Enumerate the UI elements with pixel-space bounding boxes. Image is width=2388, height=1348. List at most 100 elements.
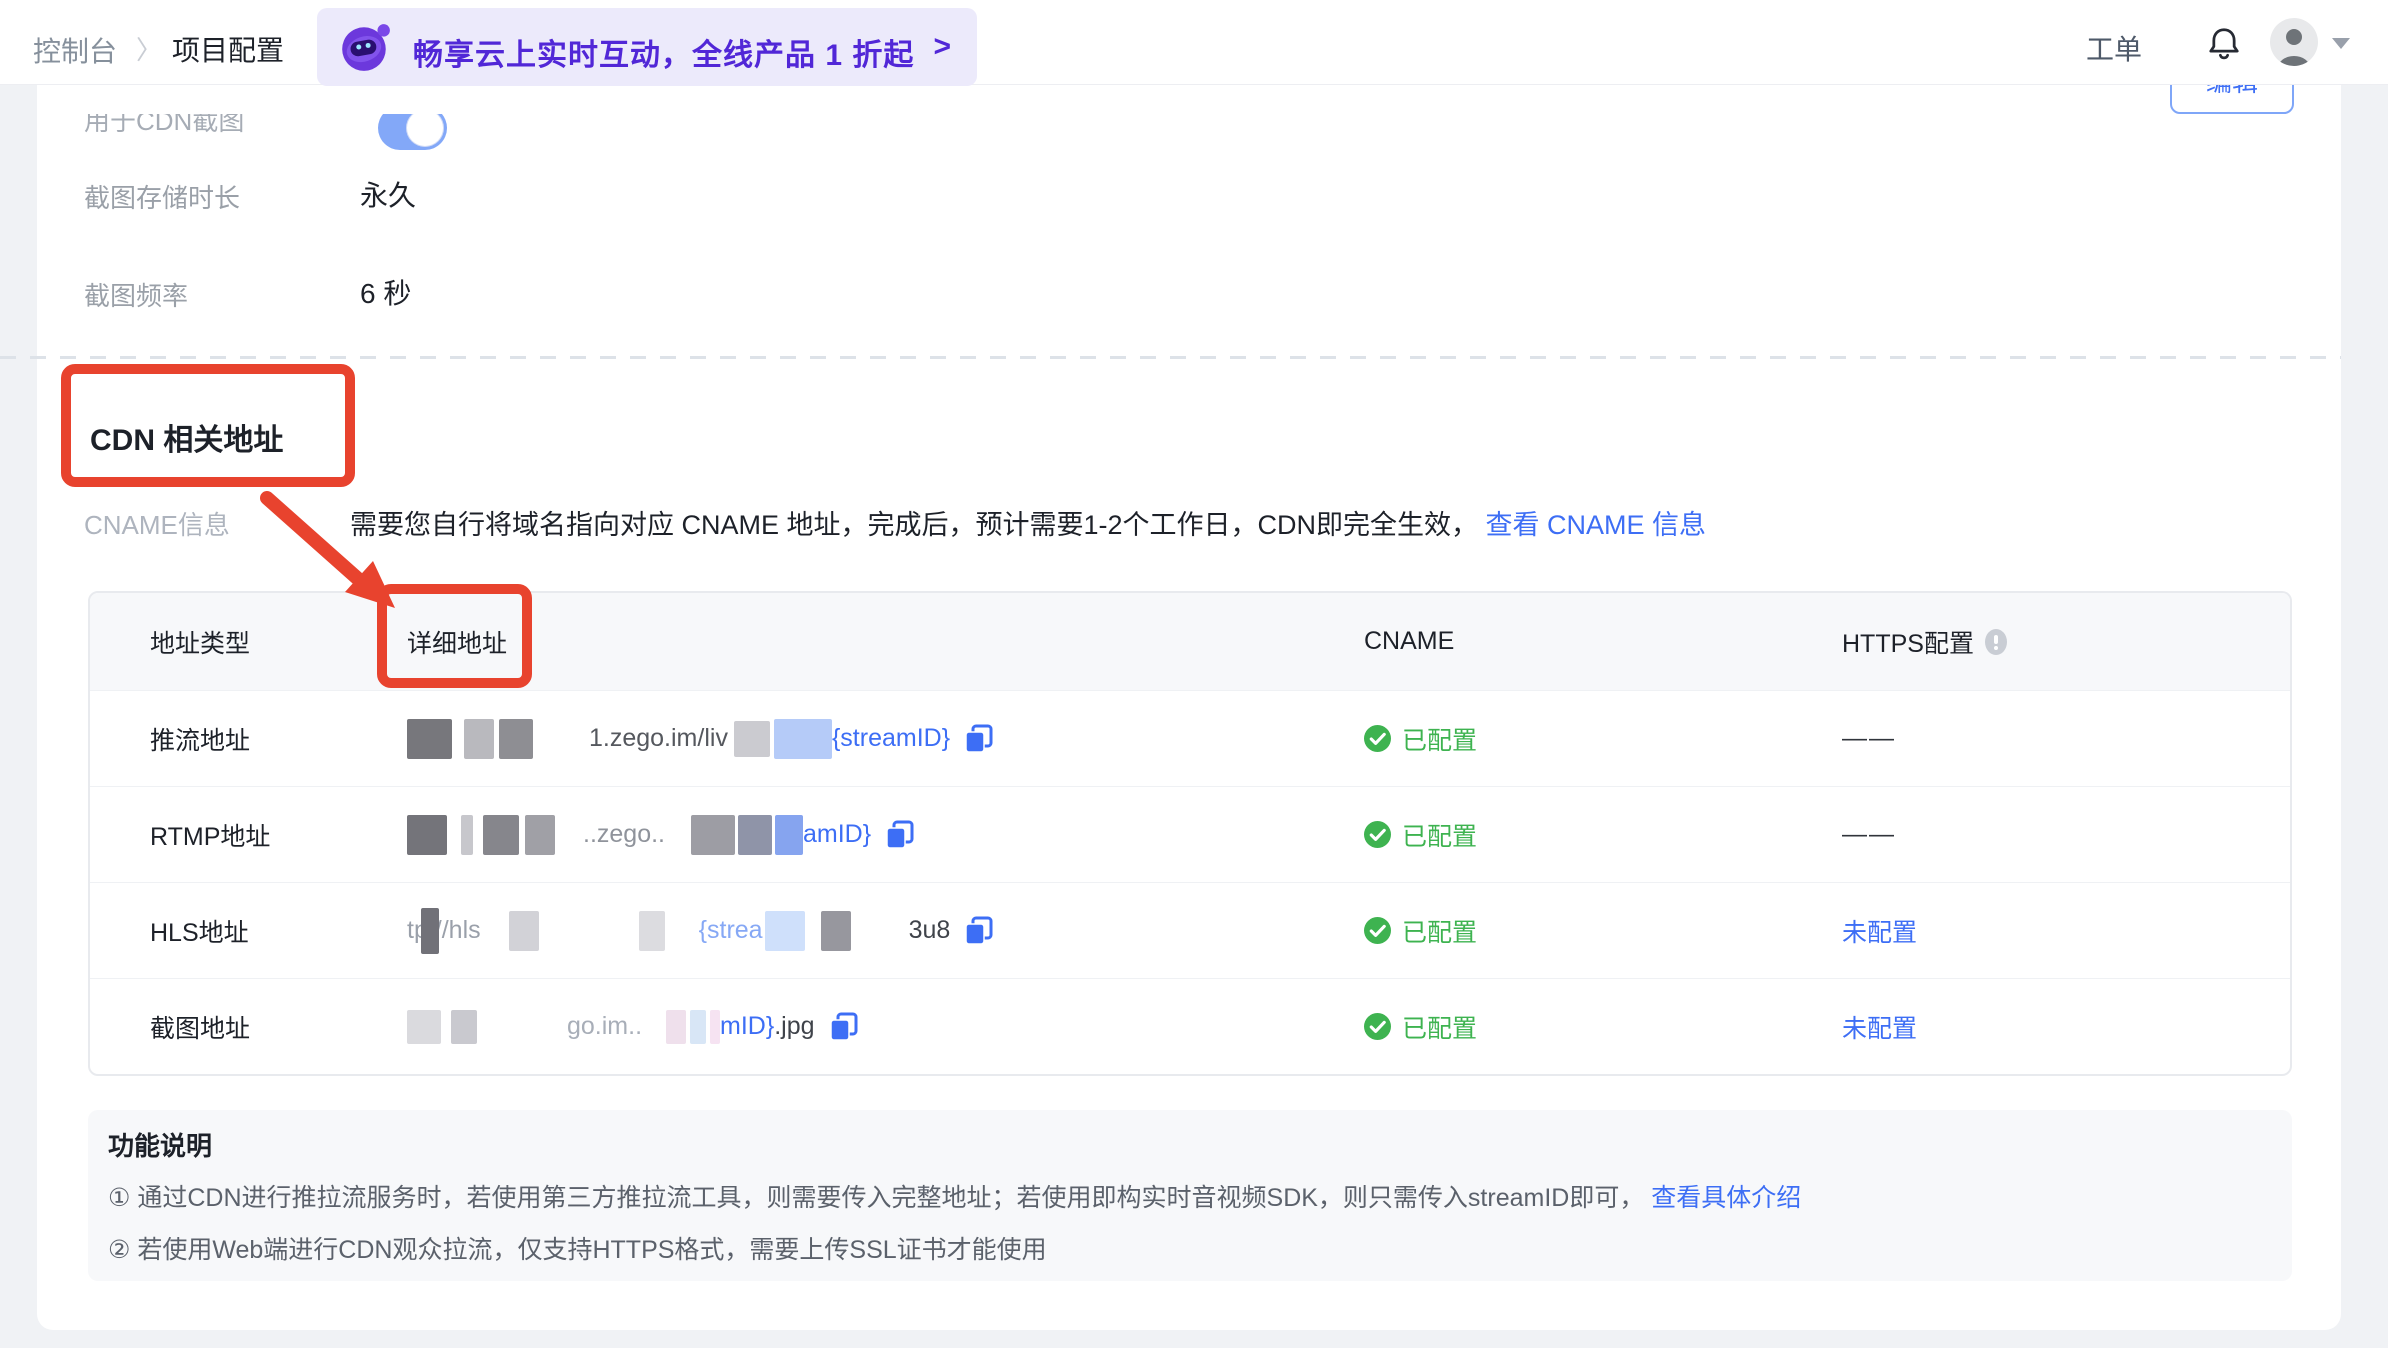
row-cname-status: 已配置: [1342, 1009, 1822, 1045]
header-https-config: HTTPS配置: [1822, 624, 2290, 660]
https-not-configured-link[interactable]: 未配置: [1842, 913, 1917, 949]
copy-icon[interactable]: [829, 1012, 859, 1042]
row-cname-status: 已配置: [1342, 721, 1822, 757]
table-row: 截图地址 go.im.. mID} .jpg 已配置 未配置: [90, 978, 2290, 1074]
view-cname-link[interactable]: 查看 CNAME 信息: [1486, 510, 1707, 540]
breadcrumb-separator: 〉: [136, 35, 163, 65]
cname-info-label: CNAME信息: [84, 510, 230, 540]
caret-down-icon[interactable]: [2332, 38, 2350, 49]
redaction-block: [666, 1009, 687, 1044]
redaction-block: [407, 718, 452, 759]
info-icon[interactable]: [1984, 628, 2008, 655]
breadcrumb-project-config: 项目配置: [172, 35, 285, 66]
check-circle-icon: [1364, 821, 1391, 848]
table-row: 推流地址 1.zego.im/liv {streamID} 已配置 ——: [90, 690, 2290, 786]
url-stream-id: {strea: [698, 916, 763, 944]
screenshot-frequency-value: 6 秒: [360, 278, 412, 309]
status-configured: 已配置: [1402, 918, 1478, 947]
redaction-block: [764, 910, 805, 951]
screenshot-frequency-label: 截图频率: [84, 281, 189, 311]
redaction-block: [775, 814, 803, 855]
row-type: 推流地址: [150, 726, 251, 755]
robot-icon: [342, 24, 390, 71]
redaction-block: [499, 718, 533, 759]
url-fragment: tp://hls: [407, 916, 481, 944]
redaction-block: [451, 1009, 477, 1044]
url-fragment: .jpg: [774, 1012, 815, 1040]
row-https-status: 未配置: [1822, 913, 2290, 949]
redaction-block: [710, 1009, 721, 1044]
edit-button-clip: 编辑: [2150, 84, 2320, 124]
page: 截图存储时长 永久 截图频率 6 秒 CDN 相关地址 CNAME信息 需要您自…: [0, 0, 2388, 1348]
ticket-link[interactable]: 工单: [2086, 28, 2142, 68]
view-details-link[interactable]: 查看具体介绍: [1651, 1184, 1801, 1212]
status-configured: 已配置: [1402, 726, 1478, 755]
check-circle-icon: [1364, 1013, 1391, 1040]
cname-info-desc: 需要您自行将域名指向对应 CNAME 地址，完成后，预计需要1-2个工作日，CD…: [350, 510, 1479, 540]
redaction-block: [525, 814, 555, 855]
https-not-configured-link[interactable]: 未配置: [1842, 1009, 1917, 1045]
row-detail-address: go.im.. mID} .jpg: [382, 1009, 1342, 1044]
cdn-address-table: 地址类型 详细地址 CNAME HTTPS配置 推流地址 1.zego.im/l…: [88, 591, 2292, 1076]
check-circle-icon: [1364, 725, 1391, 752]
redaction-block: [483, 814, 519, 855]
redaction-block: [733, 720, 770, 757]
table-row: HLS地址 tp://hls {strea 3u8 已配置 未配置: [90, 882, 2290, 978]
cname-info-text: 需要您自行将域名指向对应 CNAME 地址，完成后，预计需要1-2个工作日，CD…: [350, 503, 1706, 542]
section-title: CDN 相关地址: [90, 424, 284, 457]
feature-notes-panel: 功能说明 ① 通过CDN进行推拉流服务时，若使用第三方推拉流工具，则需要传入完整…: [88, 1110, 2292, 1281]
url-fragment: go.im..: [567, 1012, 643, 1040]
row-type: HLS地址: [150, 918, 249, 947]
status-configured: 已配置: [1402, 1014, 1478, 1043]
url-fragment: ..zego..: [583, 820, 665, 848]
header-address-type: 地址类型: [150, 629, 251, 658]
header-cname: CNAME: [1364, 627, 1455, 655]
row-type: RTMP地址: [150, 822, 271, 851]
notes-title: 功能说明: [108, 1131, 213, 1161]
promo-banner-text: 畅享云上实时互动，全线产品 1 折起: [413, 39, 915, 72]
promo-banner[interactable]: 畅享云上实时互动，全线产品 1 折起 >: [317, 8, 977, 86]
url-stream-id: amID}: [803, 820, 872, 848]
row-cname-status: 已配置: [1342, 913, 1822, 949]
notes-item-1: ① 通过CDN进行推拉流服务时，若使用第三方推拉流工具，则需要传入完整地址；若使…: [108, 1184, 1802, 1212]
redaction-block: [738, 814, 772, 855]
dashed-divider: [0, 356, 2341, 359]
row-detail-address: tp://hls {strea 3u8: [382, 907, 1342, 954]
notes-item-2: ② 若使用Web端进行CDN观众拉流，仅支持HTTPS格式，需要上传SSL证书才…: [108, 1236, 1047, 1264]
header-detail-address: 详细地址: [407, 629, 508, 658]
row-https-status: ——: [1842, 724, 1896, 752]
copy-icon[interactable]: [964, 724, 994, 754]
edit-button[interactable]: 编辑: [2170, 84, 2294, 114]
url-fragment: 3u8: [908, 916, 951, 944]
screenshot-storage-label: 截图存储时长: [84, 183, 241, 213]
row-detail-address: ..zego.. amID}: [382, 814, 1342, 855]
cdn-screenshot-toggle[interactable]: [378, 114, 447, 150]
redaction-block: [420, 907, 439, 954]
url-fragment: 1.zego.im/liv: [589, 724, 728, 752]
breadcrumb-console[interactable]: 控制台: [33, 30, 117, 70]
redaction-block: [464, 718, 494, 759]
row-https-status: ——: [1842, 820, 1896, 848]
table-header-row: 地址类型 详细地址 CNAME HTTPS配置: [90, 593, 2290, 690]
redaction-block: [820, 910, 851, 951]
copy-icon[interactable]: [964, 916, 994, 946]
promo-banner-arrow: >: [933, 30, 951, 63]
url-stream-id: {streamID}: [831, 724, 951, 752]
redaction-block: [638, 910, 665, 951]
row-detail-address: 1.zego.im/liv {streamID}: [382, 718, 1342, 759]
redaction-block: [461, 814, 473, 855]
redaction-block: [407, 1009, 441, 1044]
url-stream-id: mID}: [720, 1012, 775, 1040]
status-configured: 已配置: [1402, 822, 1478, 851]
row-type: 截图地址: [150, 1014, 251, 1043]
redaction-block: [773, 718, 832, 759]
avatar[interactable]: [2270, 18, 2318, 66]
content-card: 截图存储时长 永久 截图频率 6 秒 CDN 相关地址 CNAME信息 需要您自…: [37, 0, 2341, 1330]
copy-icon[interactable]: [885, 820, 915, 850]
cdn-screenshot-toggle-row: 用于CDN截图: [37, 114, 737, 170]
bell-icon[interactable]: [2206, 25, 2242, 61]
screenshot-storage-value: 永久: [360, 180, 417, 211]
redaction-block: [691, 814, 735, 855]
redaction-block: [508, 910, 539, 951]
redaction-block: [407, 814, 447, 855]
